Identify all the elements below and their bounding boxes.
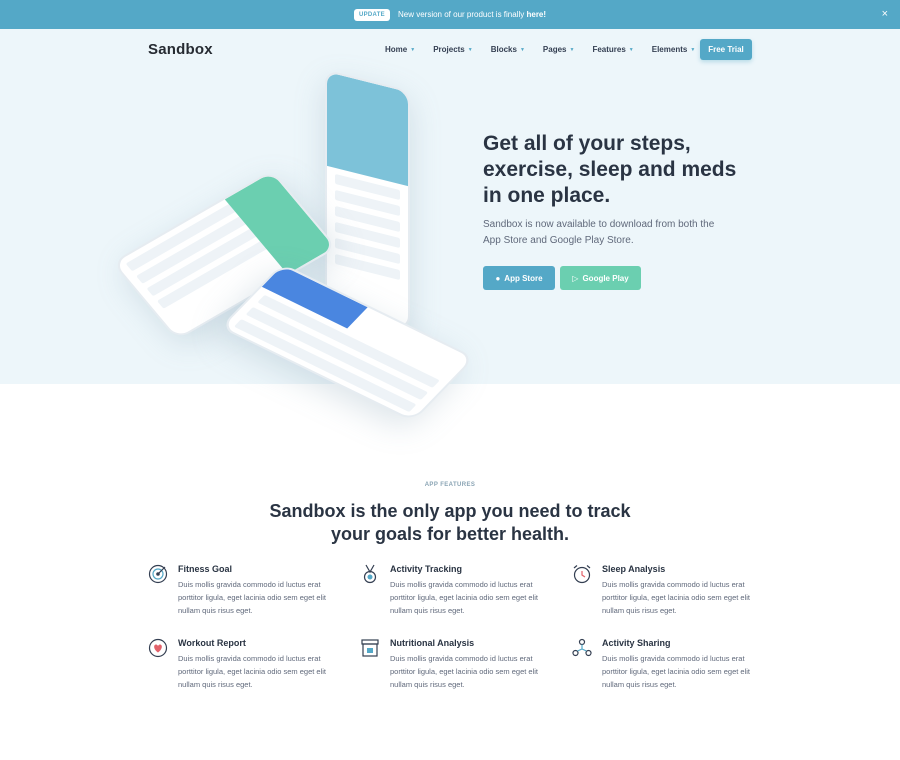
chevron-down-icon: ▼ bbox=[467, 46, 473, 53]
chevron-down-icon: ▼ bbox=[690, 46, 696, 53]
feature-description: Duis mollis gravida commodo id luctus er… bbox=[602, 580, 751, 615]
feature-title: Activity Tracking bbox=[390, 564, 463, 574]
hero-subtitle: Sandbox is now available to download fro… bbox=[483, 219, 715, 246]
store-icon bbox=[361, 639, 379, 657]
target-icon bbox=[148, 564, 168, 584]
hero-title: Get all of your steps, exercise, sleep a… bbox=[483, 132, 737, 207]
chevron-down-icon: ▼ bbox=[628, 46, 634, 53]
heart-report-icon bbox=[148, 638, 168, 658]
feature-description: Duis mollis gravida commodo id luctus er… bbox=[390, 654, 539, 689]
chevron-down-icon: ▼ bbox=[569, 46, 575, 53]
main-nav: Home ▼ Projects ▼ Blocks ▼ Pages ▼ Features ▼… bbox=[385, 45, 695, 54]
feature-title: Sleep Analysis bbox=[602, 564, 666, 574]
play-icon: ▷ bbox=[572, 273, 579, 283]
alarm-clock-icon bbox=[573, 565, 591, 584]
update-bar: UPDATE New version of our product is fin… bbox=[0, 0, 900, 29]
app-store-button[interactable]: ● App Store bbox=[483, 266, 555, 290]
nav-item-elements[interactable]: Elements ▼ bbox=[652, 45, 696, 54]
medal-icon bbox=[363, 564, 377, 584]
nav-item-home[interactable]: Home ▼ bbox=[385, 45, 415, 54]
nav-item-pages[interactable]: Pages ▼ bbox=[543, 45, 575, 54]
hero-section bbox=[0, 29, 900, 384]
feature-description: Duis mollis gravida commodo id luctus er… bbox=[602, 654, 751, 689]
section-title: Sandbox is the only app you need to trac… bbox=[269, 501, 631, 544]
update-badge: UPDATE bbox=[353, 8, 390, 21]
nav-item-blocks[interactable]: Blocks ▼ bbox=[491, 45, 525, 54]
close-icon[interactable]: × bbox=[882, 8, 888, 20]
share-network-icon bbox=[572, 638, 592, 657]
feature-title: Fitness Goal bbox=[178, 564, 233, 574]
feature-description: Duis mollis gravida commodo id luctus er… bbox=[178, 654, 327, 689]
feature-title: Activity Sharing bbox=[602, 638, 671, 648]
free-trial-button[interactable]: Free Trial bbox=[700, 39, 752, 60]
feature-title: Nutritional Analysis bbox=[390, 638, 475, 648]
update-message: New version of our product is finally he… bbox=[397, 10, 547, 19]
nav-item-projects[interactable]: Projects ▼ bbox=[433, 45, 473, 54]
feature-description: Duis mollis gravida commodo id luctus er… bbox=[178, 580, 327, 615]
section-eyebrow: APP FEATURES bbox=[424, 482, 476, 488]
nav-item-features[interactable]: Features ▼ bbox=[592, 45, 633, 54]
feature-title: Workout Report bbox=[178, 638, 246, 648]
feature-description: Duis mollis gravida commodo id luctus er… bbox=[390, 580, 539, 615]
update-link[interactable]: here! bbox=[526, 10, 546, 19]
google-play-button[interactable]: ▷ Google Play bbox=[560, 266, 641, 290]
chevron-down-icon: ▼ bbox=[410, 46, 416, 53]
logo[interactable]: Sandbox bbox=[148, 41, 213, 58]
chevron-down-icon: ▼ bbox=[519, 46, 525, 53]
apple-icon: ● bbox=[495, 273, 501, 283]
